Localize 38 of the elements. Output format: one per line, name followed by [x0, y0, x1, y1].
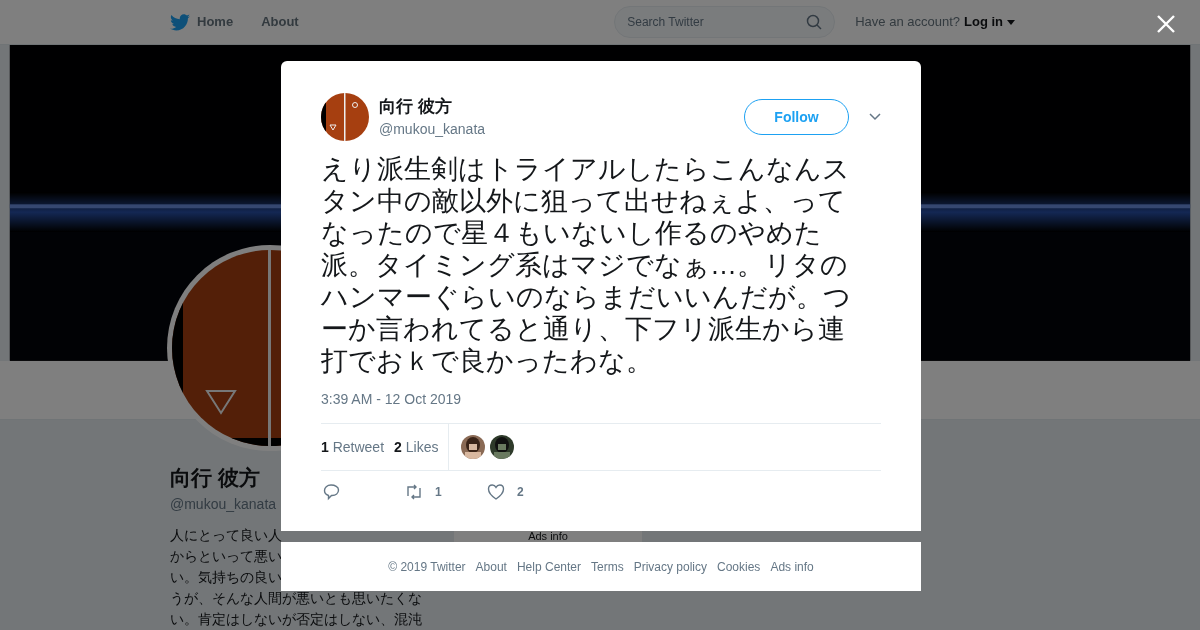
- bio-text: うが、そんな人間が悪いとも思いたくな: [170, 589, 422, 608]
- bio-text: い。気持ちの良い: [170, 568, 282, 587]
- bio-text: い。肯定はしないが否定はしない、混沌: [170, 610, 422, 629]
- footer-link[interactable]: Cookies: [717, 557, 761, 576]
- bio-text: からといって悪い: [170, 547, 282, 566]
- footer-link[interactable]: Help Center: [516, 557, 581, 576]
- author-name[interactable]: 向行 彼方: [379, 95, 486, 118]
- heart-icon: [487, 483, 505, 501]
- avatar: [321, 93, 369, 141]
- bio-text: 人にとって良い人: [170, 526, 282, 545]
- stat-link[interactable]: 1 Retweet: [321, 436, 385, 458]
- login-menu[interactable]: Log in: [964, 12, 1015, 32]
- author-handle[interactable]: @mukou_kanata: [379, 118, 486, 139]
- bird-icon: [170, 13, 190, 31]
- like-button[interactable]: 2: [487, 483, 569, 501]
- profile-name: 向行 彼方: [170, 465, 260, 491]
- stat-link[interactable]: 2 Likes: [394, 436, 439, 458]
- profile-handle: @mukou_kanata: [170, 495, 277, 514]
- nav-link[interactable]: About: [261, 12, 299, 32]
- footer-link[interactable]: Privacy policy: [633, 557, 707, 576]
- chevron-down-icon[interactable]: [869, 113, 881, 121]
- ads-info-link[interactable]: Ads info: [528, 531, 568, 542]
- footer-link[interactable]: © 2019 Twitter: [388, 557, 466, 576]
- tweet-timestamp[interactable]: 3:39 AM - 12 Oct 2019: [321, 389, 881, 410]
- search-input[interactable]: Search Twitter: [627, 13, 798, 32]
- close-icon[interactable]: [1157, 15, 1175, 33]
- footer-link[interactable]: Ads info: [770, 557, 814, 576]
- nav-link[interactable]: Home: [170, 12, 234, 32]
- retweet-icon: [405, 483, 423, 501]
- caret-icon: [1007, 19, 1015, 25]
- reply-icon: [323, 483, 341, 501]
- retweet-button[interactable]: 1: [405, 483, 487, 501]
- search-field[interactable]: Search Twitter: [614, 6, 836, 39]
- footer-link[interactable]: About: [475, 557, 507, 576]
- account-prompt: Have an account?: [855, 13, 960, 32]
- footer-link[interactable]: Terms: [591, 557, 624, 576]
- tweet-text: えり派生剣はトライアルしたらこんなんスタン中の敵以外に狙って出せねぇよ、ってなったので星４もいないし作るのやめた派。タイミング系はマジでなぁ…。リタのハンマーぐらいのならまだいいんだが。つーか言われてると通り、下フリ派生から連打でおｋで良かったわな。: [321, 153, 852, 377]
- search-icon: [806, 14, 823, 31]
